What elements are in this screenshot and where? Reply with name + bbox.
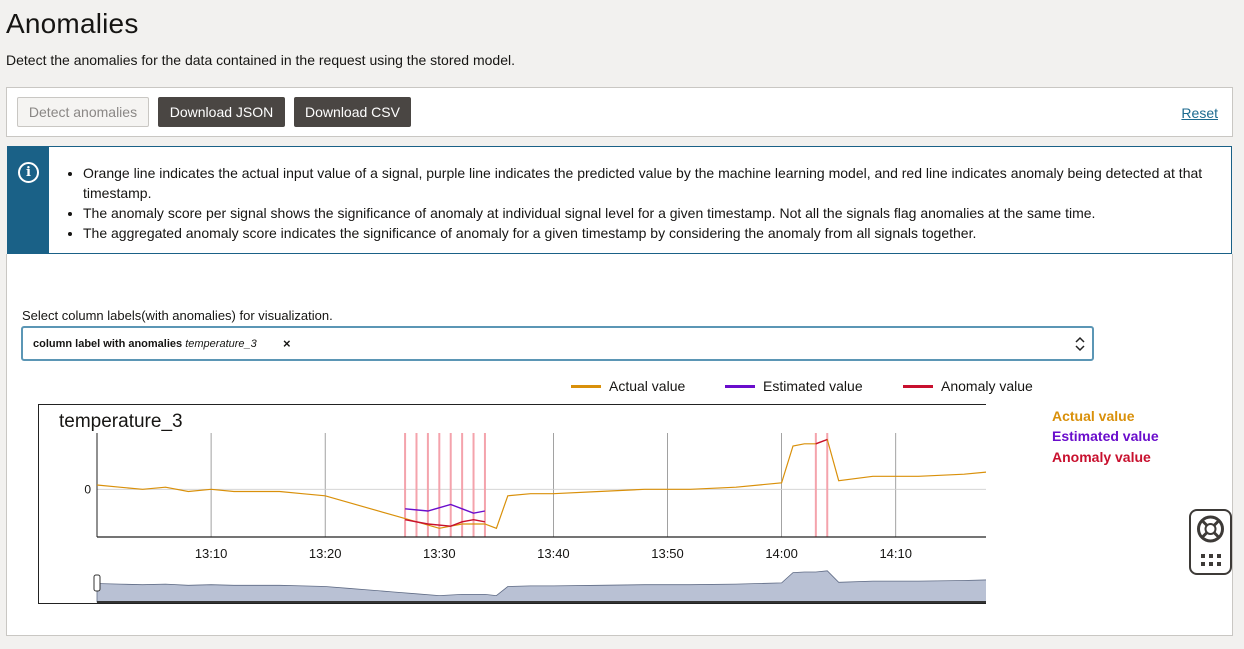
series-anomaly <box>815 438 828 445</box>
select-label: Select column labels(with anomalies) for… <box>22 308 333 323</box>
navigator-area <box>96 570 986 603</box>
x-tick-label: 13:50 <box>651 546 684 561</box>
toolbar: Detect anomalies Download JSON Download … <box>6 87 1233 137</box>
page-title: Anomalies <box>6 8 139 39</box>
x-tick-label: 14:10 <box>879 546 912 561</box>
info-item: The anomaly score per signal shows the s… <box>83 203 1221 223</box>
download-json-button[interactable]: Download JSON <box>158 97 285 127</box>
chip-remove-icon[interactable]: × <box>283 336 291 351</box>
page-description: Detect the anomalies for the data contai… <box>6 52 515 68</box>
x-tick-label: 13:10 <box>195 546 228 561</box>
info-item: The aggregated anomaly score indicates t… <box>83 223 1221 243</box>
chart-frame: temperature_3 13:10 13:20 13:30 13:40 13:50 14… <box>38 404 986 604</box>
right-legend-actual: Actual value <box>1052 408 1135 424</box>
chevron-updown-icon[interactable] <box>1074 334 1086 354</box>
legend-anomaly-label: Anomaly value <box>941 378 1033 394</box>
help-widget[interactable] <box>1189 509 1232 575</box>
info-list: Orange line indicates the actual input v… <box>71 163 1221 243</box>
info-item: Orange line indicates the actual input v… <box>83 163 1221 203</box>
chart-title: temperature_3 <box>59 411 183 432</box>
x-tick-label: 14:00 <box>765 546 798 561</box>
info-icon: i <box>18 162 39 183</box>
legend-actual-label: Actual value <box>609 378 686 394</box>
x-tick-label: 13:30 <box>423 546 456 561</box>
right-legend-anomaly: Anomaly value <box>1052 449 1151 465</box>
right-legend-estimated: Estimated value <box>1052 428 1159 444</box>
chip-value: temperature_3 <box>185 338 257 350</box>
y-tick-label: 0 <box>84 482 91 496</box>
navigator-handle <box>93 574 101 592</box>
x-tick-label: 13:20 <box>309 546 342 561</box>
legend-estimated: Estimated value <box>725 378 863 394</box>
temperature-chart: temperature_3 13:10 13:20 13:30 13:40 13:50 14… <box>59 411 986 603</box>
info-stripe: i <box>8 147 49 253</box>
selected-chip: column label with anomalies temperature_… <box>33 338 257 350</box>
legend-swatch-estimated <box>725 384 755 388</box>
download-csv-button[interactable]: Download CSV <box>294 97 411 127</box>
legend-actual: Actual value <box>571 378 685 394</box>
column-label-select[interactable]: column label with anomalies temperature_… <box>21 326 1094 361</box>
series-actual <box>96 438 986 530</box>
legend-swatch-anomaly <box>903 384 933 388</box>
legend-estimated-label: Estimated value <box>763 378 863 394</box>
detect-anomalies-button[interactable]: Detect anomalies <box>17 97 149 127</box>
legend-anomaly: Anomaly value <box>903 378 1033 394</box>
reset-link[interactable]: Reset <box>1181 105 1218 121</box>
x-tick-label: 13:40 <box>537 546 570 561</box>
legend-swatch-actual <box>571 384 601 388</box>
info-box: i Orange line indicates the actual input… <box>7 146 1232 254</box>
lifebuoy-icon[interactable] <box>1191 511 1230 573</box>
visualization-panel: Select column labels(with anomalies) for… <box>6 254 1233 636</box>
chip-prefix: column label with anomalies <box>33 338 183 350</box>
